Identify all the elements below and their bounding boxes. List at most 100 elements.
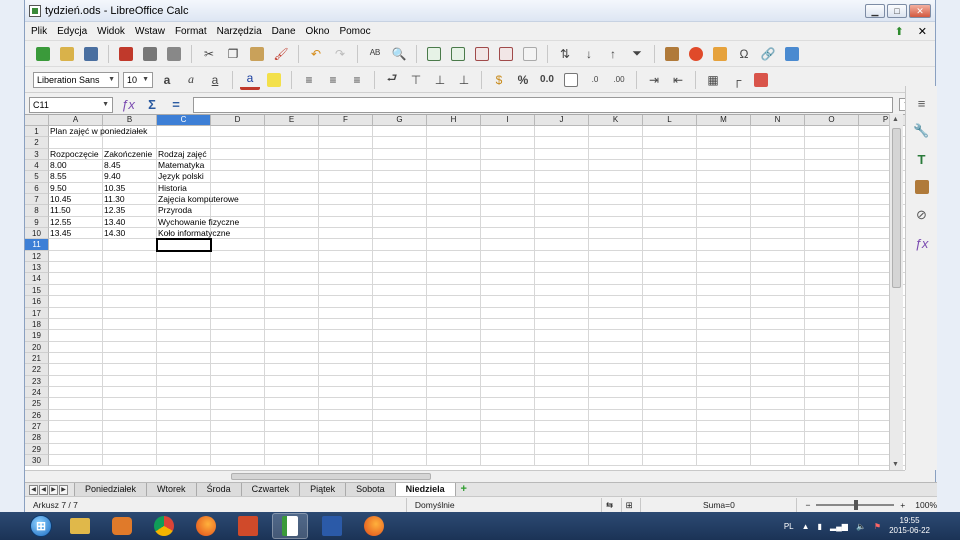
menu-wstaw[interactable]: Wstaw bbox=[135, 26, 165, 37]
cell-k1[interactable] bbox=[589, 126, 643, 138]
cell-g29[interactable] bbox=[373, 443, 427, 455]
cell-c2[interactable] bbox=[157, 137, 211, 149]
cell-n11[interactable] bbox=[751, 239, 805, 251]
zoom-slider-knob[interactable] bbox=[854, 499, 859, 510]
cell-o19[interactable] bbox=[805, 330, 859, 342]
cell-a1[interactable]: Plan zajęć w poniedziałek bbox=[49, 126, 147, 138]
scroll-down-icon[interactable]: ▼ bbox=[892, 461, 899, 468]
cell-b5[interactable]: 9.40 bbox=[103, 171, 157, 183]
cell-h21[interactable] bbox=[427, 352, 481, 365]
delete-columns-icon[interactable] bbox=[496, 44, 516, 64]
cell-j3[interactable] bbox=[535, 148, 589, 161]
cell-a15[interactable] bbox=[49, 284, 103, 297]
cell-e12[interactable] bbox=[265, 250, 319, 263]
save-icon[interactable] bbox=[81, 44, 101, 64]
cell-n22[interactable] bbox=[751, 364, 805, 376]
column-header-o[interactable]: O bbox=[805, 115, 859, 126]
functions-icon[interactable]: ƒx bbox=[913, 234, 931, 252]
cell-h6[interactable] bbox=[427, 182, 481, 195]
cell-d15[interactable] bbox=[211, 284, 265, 297]
cell-a3[interactable]: Rozpoczęcie bbox=[49, 148, 103, 161]
select-all-corner[interactable] bbox=[25, 115, 49, 126]
cell-j15[interactable] bbox=[535, 284, 589, 297]
cell-o6[interactable] bbox=[805, 182, 859, 195]
cell-h19[interactable] bbox=[427, 330, 481, 342]
cell-j27[interactable] bbox=[535, 420, 589, 433]
cell-j5[interactable] bbox=[535, 171, 589, 183]
cell-g27[interactable] bbox=[373, 420, 427, 433]
cell-g6[interactable] bbox=[373, 182, 427, 195]
equals-icon[interactable]: = bbox=[167, 97, 185, 112]
cell-a22[interactable] bbox=[49, 364, 103, 376]
cell-k19[interactable] bbox=[589, 330, 643, 342]
cell-f17[interactable] bbox=[319, 307, 373, 319]
cell-g7[interactable] bbox=[373, 194, 427, 206]
cell-g13[interactable] bbox=[373, 262, 427, 274]
maximize-button[interactable]: □ bbox=[887, 3, 907, 18]
cell-b17[interactable] bbox=[103, 307, 157, 319]
cell-f6[interactable] bbox=[319, 182, 373, 195]
align-left-icon[interactable]: ≡ bbox=[299, 70, 319, 90]
undo-icon[interactable]: ↶ bbox=[306, 44, 326, 64]
cell-h29[interactable] bbox=[427, 443, 481, 455]
cell-d21[interactable] bbox=[211, 352, 265, 365]
cell-o28[interactable] bbox=[805, 432, 859, 444]
cell-c23[interactable] bbox=[157, 375, 211, 387]
cell-l10[interactable] bbox=[643, 228, 697, 240]
cell-c21[interactable] bbox=[157, 352, 211, 365]
cell-a9[interactable]: 12.55 bbox=[49, 216, 103, 229]
cell-f13[interactable] bbox=[319, 262, 373, 274]
cell-o11[interactable] bbox=[805, 239, 859, 251]
column-header-n[interactable]: N bbox=[751, 115, 805, 126]
cell-k20[interactable] bbox=[589, 341, 643, 353]
cell-i3[interactable] bbox=[481, 148, 535, 161]
wrap-text-icon[interactable]: ⮐ bbox=[382, 70, 402, 90]
powerpoint-icon[interactable] bbox=[230, 513, 266, 539]
cell-n7[interactable] bbox=[751, 194, 805, 206]
cell-f11[interactable] bbox=[319, 239, 373, 251]
cell-h14[interactable] bbox=[427, 273, 481, 285]
cell-i8[interactable] bbox=[481, 205, 535, 217]
cell-b7[interactable]: 11.30 bbox=[103, 194, 157, 206]
cell-l17[interactable] bbox=[643, 307, 697, 319]
cell-c13[interactable] bbox=[157, 262, 211, 274]
horizontal-scroll-thumb[interactable] bbox=[231, 473, 431, 480]
row-header[interactable]: 4 bbox=[25, 160, 49, 172]
cell-i27[interactable] bbox=[481, 420, 535, 433]
cell-i28[interactable] bbox=[481, 432, 535, 444]
cell-h26[interactable] bbox=[427, 409, 481, 421]
row-header[interactable]: 1 bbox=[25, 126, 49, 138]
cell-d4[interactable] bbox=[211, 160, 265, 172]
cell-n17[interactable] bbox=[751, 307, 805, 319]
tray-arrow-icon[interactable]: ▲ bbox=[802, 522, 810, 531]
column-header-f[interactable]: F bbox=[319, 115, 373, 126]
cell-e22[interactable] bbox=[265, 364, 319, 376]
cell-f16[interactable] bbox=[319, 296, 373, 308]
cell-k10[interactable] bbox=[589, 228, 643, 240]
cell-o10[interactable] bbox=[805, 228, 859, 240]
cell-m16[interactable] bbox=[697, 296, 751, 308]
cell-g30[interactable] bbox=[373, 454, 427, 467]
cell-m10[interactable] bbox=[697, 228, 751, 240]
vertical-scroll-thumb[interactable] bbox=[892, 128, 901, 288]
cell-o26[interactable] bbox=[805, 409, 859, 421]
cell-j28[interactable] bbox=[535, 432, 589, 444]
cell-d14[interactable] bbox=[211, 273, 265, 285]
cell-e11[interactable] bbox=[265, 239, 319, 251]
cell-n19[interactable] bbox=[751, 330, 805, 342]
sort-descending-icon[interactable]: ↑ bbox=[603, 44, 623, 64]
cell-e26[interactable] bbox=[265, 409, 319, 421]
align-top-icon[interactable]: ⊤ bbox=[406, 70, 426, 90]
cell-j21[interactable] bbox=[535, 352, 589, 365]
add-sheet-button[interactable]: + bbox=[456, 483, 472, 496]
row-header[interactable]: 14 bbox=[25, 273, 49, 285]
cell-h18[interactable] bbox=[427, 318, 481, 331]
cell-l18[interactable] bbox=[643, 318, 697, 331]
row-header[interactable]: 3 bbox=[25, 148, 49, 161]
menu-pomoc[interactable]: Pomoc bbox=[339, 26, 370, 37]
zoom-slider[interactable] bbox=[816, 499, 895, 510]
media-player-icon[interactable] bbox=[104, 513, 140, 539]
cell-c22[interactable] bbox=[157, 364, 211, 376]
cell-e16[interactable] bbox=[265, 296, 319, 308]
cell-j24[interactable] bbox=[535, 386, 589, 399]
